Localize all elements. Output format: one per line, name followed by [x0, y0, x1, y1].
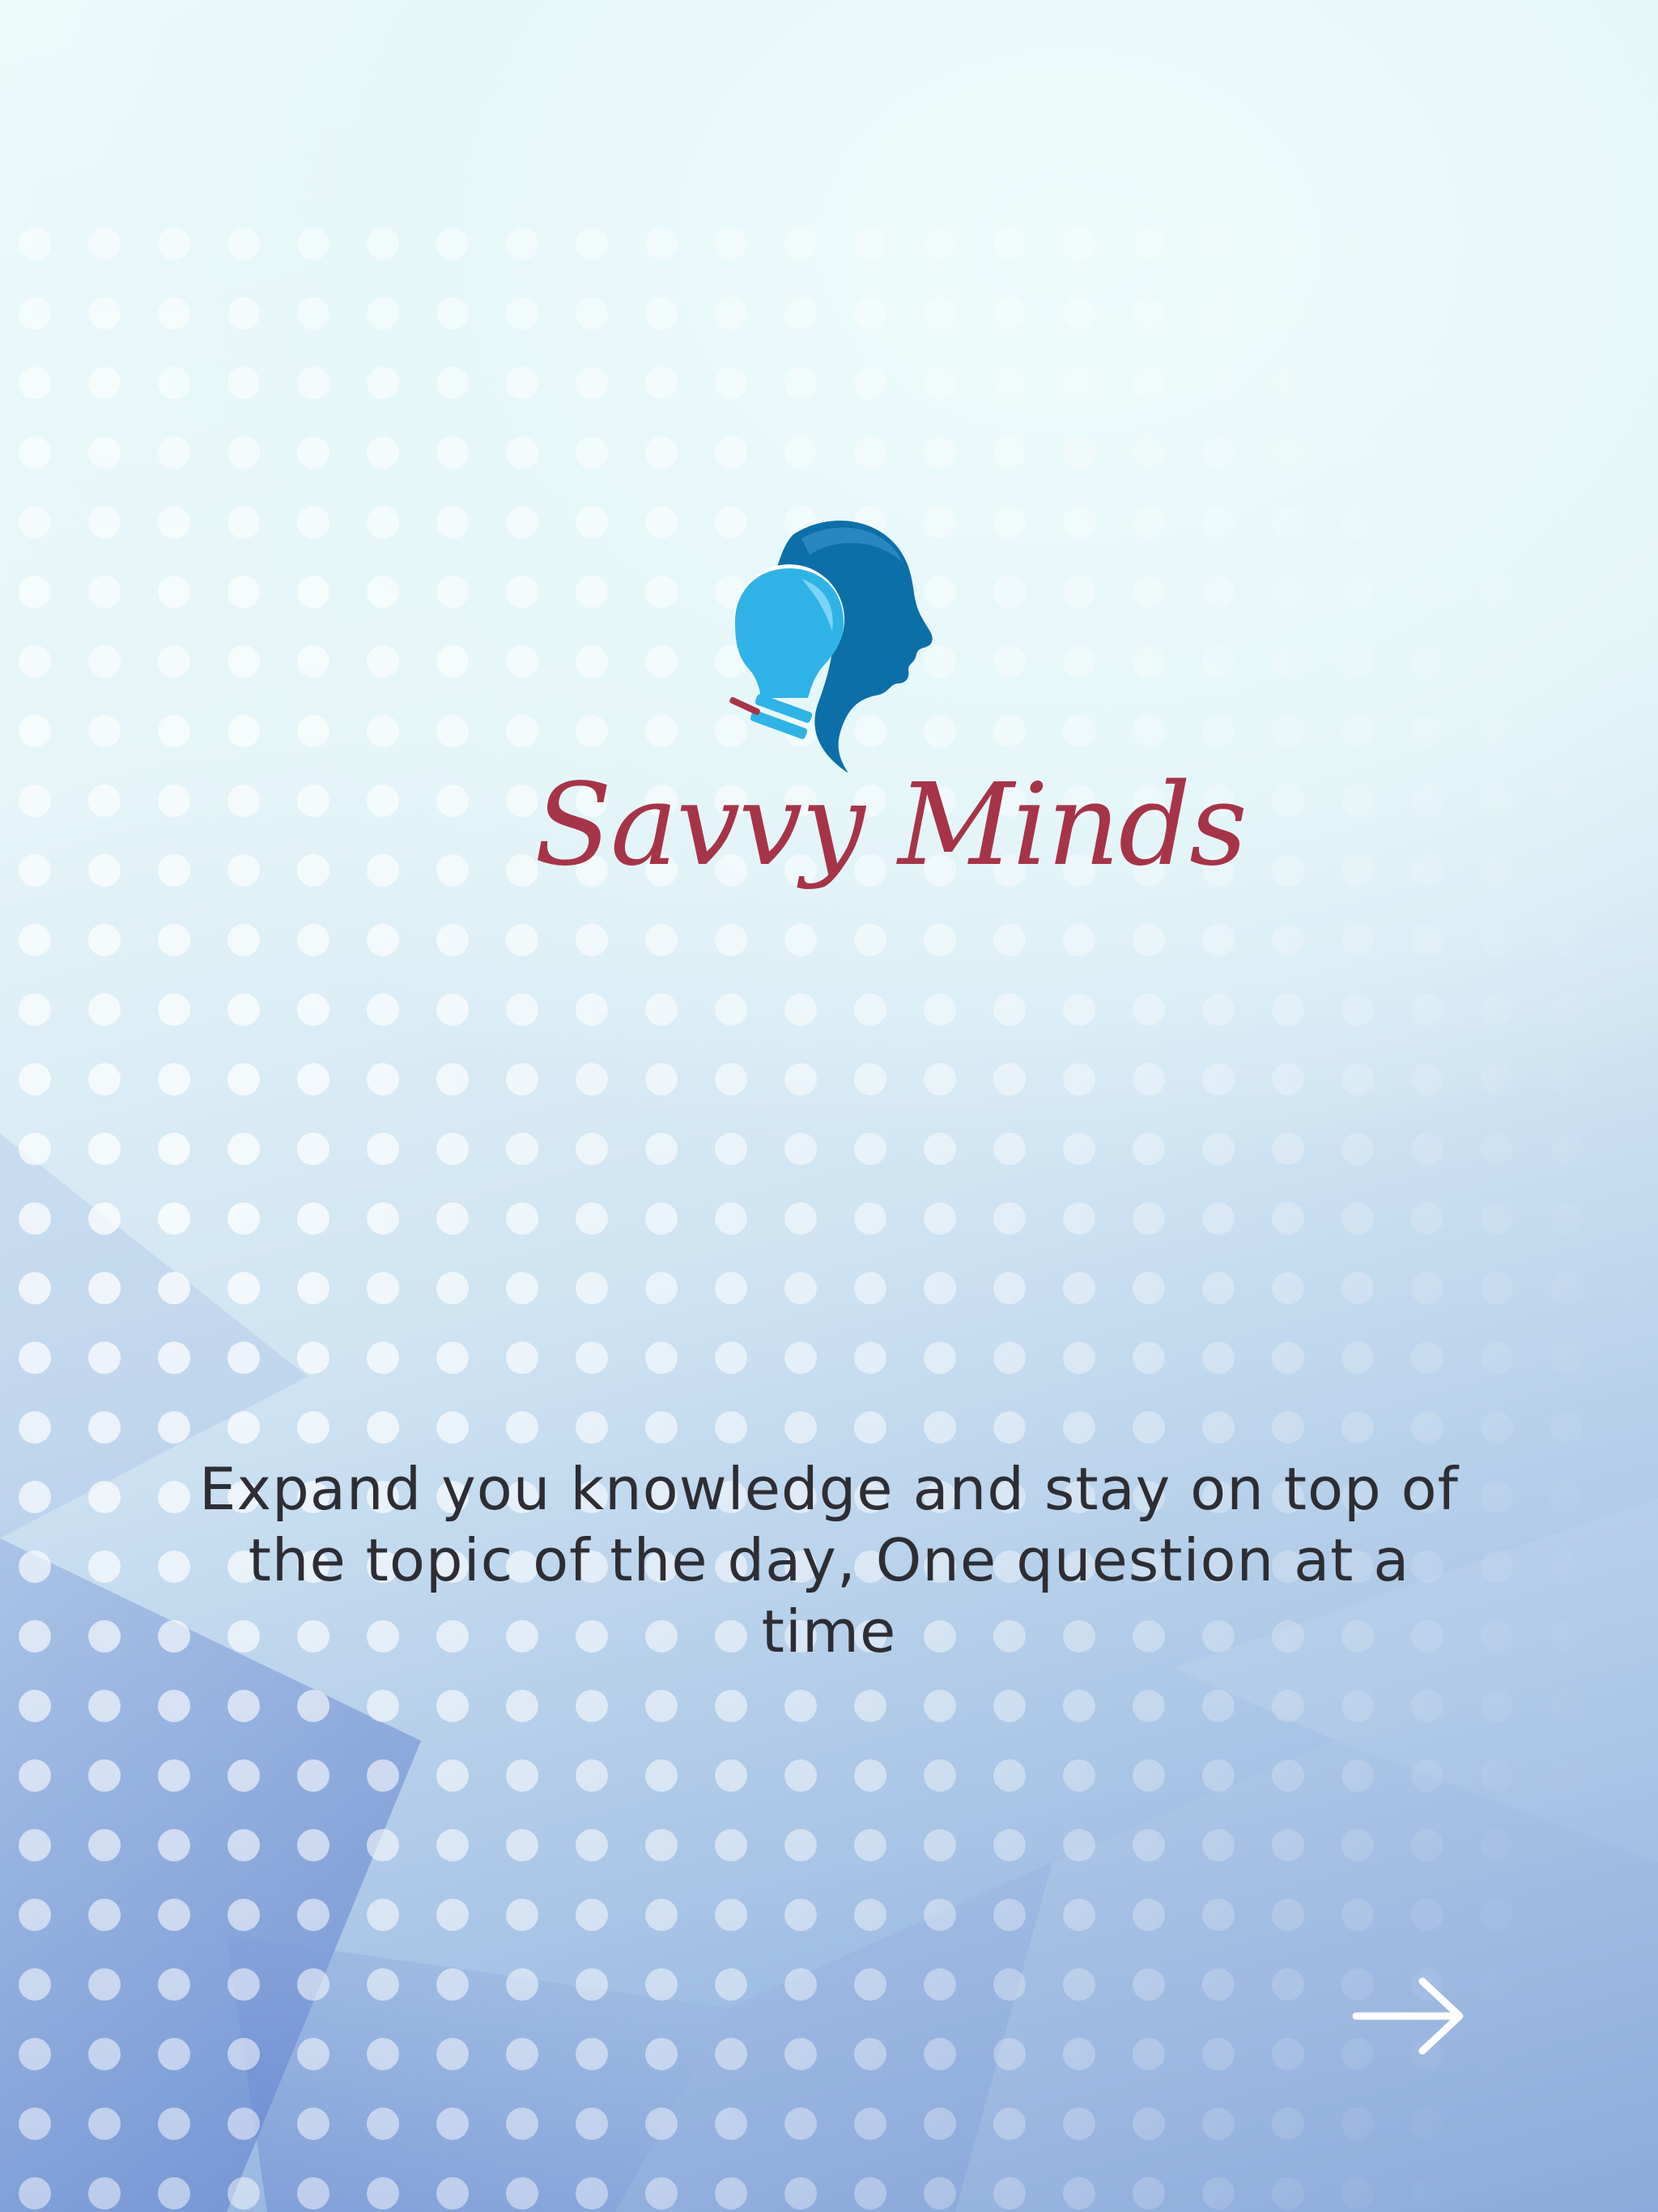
app-logo: Savvy Minds	[534, 510, 1248, 915]
app-logo-text: Savvy Minds	[534, 759, 1248, 891]
next-button[interactable]	[1344, 1959, 1473, 2073]
head-lightbulb-icon	[729, 520, 933, 773]
background-pattern	[0, 202, 1658, 2212]
arrow-right-icon	[1352, 1977, 1464, 2055]
onboarding-screen: Savvy Minds Expand you knowledge and sta…	[0, 0, 1658, 2212]
onboarding-tagline: Expand you knowledge and stay on top of …	[198, 1455, 1460, 1665]
